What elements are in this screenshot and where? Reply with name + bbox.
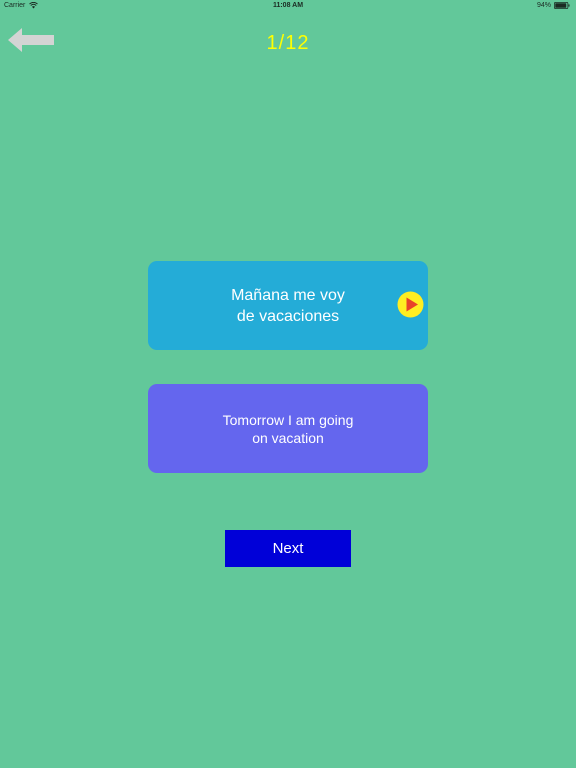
spanish-phrase-text: Mañana me voy de vacaciones — [188, 285, 388, 327]
progress-counter: 1/12 — [266, 32, 310, 54]
next-button[interactable]: Next — [225, 530, 351, 567]
status-bar: Carrier 11:08 AM 94% — [0, 0, 576, 12]
status-time: 11:08 AM — [272, 2, 304, 9]
battery-icon — [554, 2, 570, 9]
battery-fill — [555, 3, 567, 8]
english-translation-card: Tomorrow I am going on vacation — [148, 384, 428, 473]
english-translation-text: Tomorrow I am going on vacation — [188, 411, 388, 447]
spanish-phrase-line-2: de vacaciones — [236, 307, 340, 325]
play-icon — [397, 291, 424, 318]
english-translation-line-1: Tomorrow I am going — [222, 411, 354, 428]
battery-percent: 94% — [536, 2, 551, 9]
play-audio-button[interactable] — [397, 291, 424, 318]
english-translation-line-2: on vacation — [252, 429, 324, 446]
spanish-phrase-line-1: Mañana me voy — [231, 286, 345, 304]
spanish-phrase-card: Mañana me voy de vacaciones — [148, 261, 428, 350]
status-right: 94% — [537, 2, 570, 9]
